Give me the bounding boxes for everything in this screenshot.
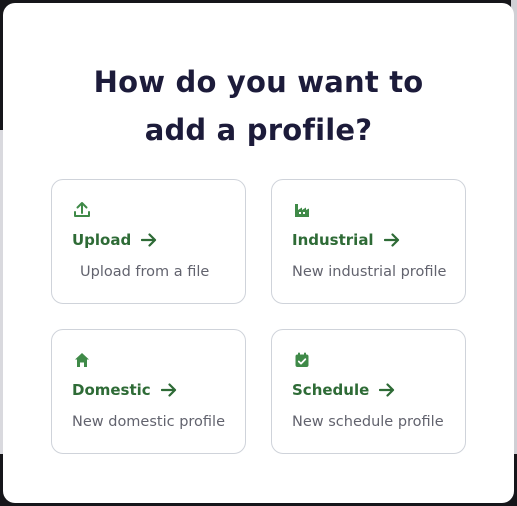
arrow-right-icon <box>141 233 157 247</box>
schedule-option-label: Schedule <box>292 381 370 399</box>
dialog-title: How do you want to add a profile? <box>3 58 514 154</box>
domestic-option-card[interactable]: Domestic New domestic profile <box>51 329 246 454</box>
schedule-option-description: New schedule profile <box>292 414 444 430</box>
dialog-title-line-1: How do you want to <box>93 65 424 99</box>
add-profile-dialog: How do you want to add a profile? Upload… <box>3 3 514 503</box>
upload-option-label: Upload <box>72 231 132 249</box>
upload-option-description: Upload from a file <box>80 264 210 280</box>
home-icon <box>72 350 92 370</box>
upload-option-card[interactable]: Upload Upload from a file <box>51 179 246 304</box>
arrow-right-icon <box>379 383 395 397</box>
domestic-option-label: Domestic <box>72 381 151 399</box>
upload-icon <box>72 200 92 220</box>
industrial-option-card[interactable]: Industrial New industrial profile <box>271 179 466 304</box>
arrow-right-icon <box>383 233 400 247</box>
dialog-title-line-2: add a profile? <box>144 113 373 147</box>
industrial-option-label: Industrial <box>292 231 374 249</box>
arrow-right-icon <box>160 383 177 397</box>
domestic-option-description: New domestic profile <box>72 414 226 430</box>
factory-icon <box>292 200 312 220</box>
industrial-option-description: New industrial profile <box>292 264 447 280</box>
schedule-option-card[interactable]: Schedule New schedule profile <box>271 329 466 454</box>
calendar-check-icon <box>292 350 312 370</box>
